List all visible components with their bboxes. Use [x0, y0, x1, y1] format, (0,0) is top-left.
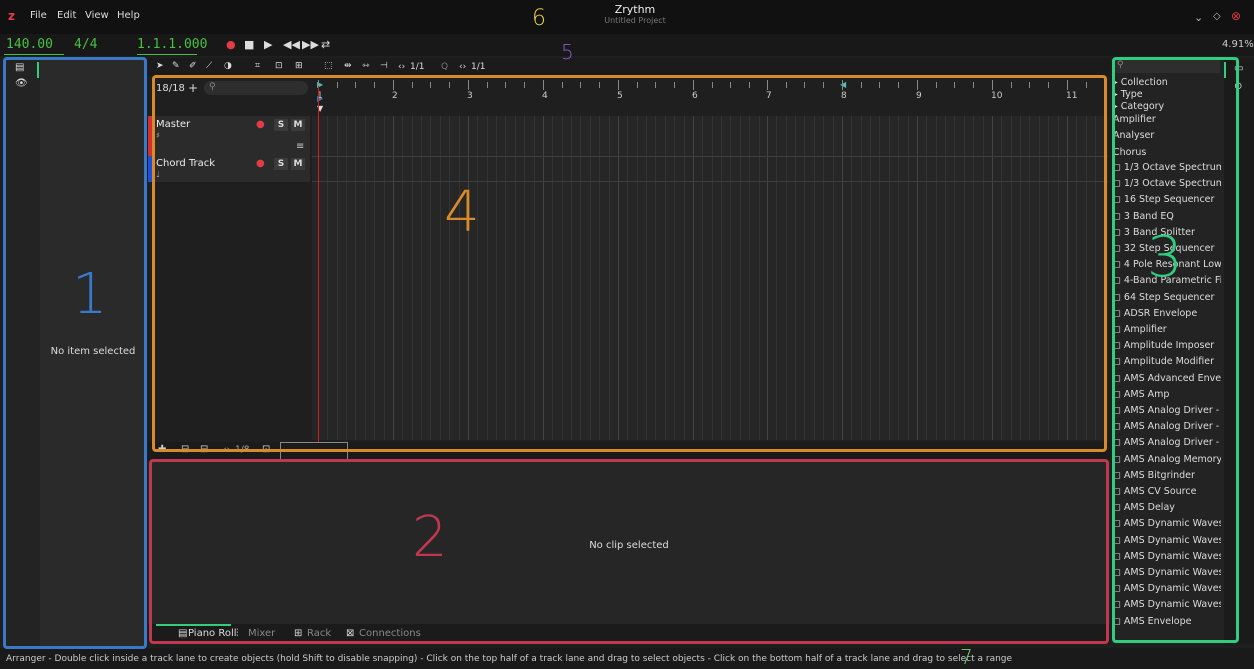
region-box-3: [1112, 57, 1239, 643]
snap-keep-offset-icon[interactable]: ⊡: [275, 61, 283, 71]
transport-bar: 140.00 4/4 1.1.1.000 ● ■ ▶ ◀◀ ▶▶ ⇄ 4.91%: [0, 34, 1254, 56]
region-number-1: 1: [72, 262, 108, 327]
erase-tool-icon[interactable]: ✐: [189, 61, 197, 71]
cpu-meter: 4.91%: [1222, 39, 1254, 50]
quantize-value[interactable]: 1/1: [471, 62, 485, 72]
play-button[interactable]: ▶: [264, 38, 272, 51]
cut-icon[interactable]: ⊣: [380, 61, 388, 71]
stop-button[interactable]: ■: [244, 38, 254, 51]
window-title: Zrythm Untitled Project: [560, 3, 710, 25]
menu-help[interactable]: Help: [117, 10, 140, 21]
close-icon[interactable]: ⊗: [1231, 9, 1241, 23]
grid-snap-value[interactable]: 1/1: [410, 62, 424, 72]
region-number-7: 7: [960, 645, 973, 669]
menu-edit[interactable]: Edit: [57, 10, 76, 21]
pencil-tool-icon[interactable]: ✎: [172, 61, 180, 71]
audition-tool-icon[interactable]: ◑: [224, 61, 232, 71]
region-box-2: [149, 459, 1109, 644]
region-number-6: 6: [532, 6, 546, 31]
position-display[interactable]: 1.1.1.000: [137, 37, 207, 52]
grid-snap-icon[interactable]: ‹›: [398, 62, 405, 72]
status-bar: Arranger - Double click inside a track l…: [0, 648, 1254, 669]
forward-button[interactable]: ▶▶: [302, 38, 319, 51]
bpm-display[interactable]: 140.00: [6, 37, 53, 52]
title-bar: z File Edit View Help Zrythm Untitled Pr…: [0, 0, 1254, 34]
project-name: Untitled Project: [604, 16, 666, 25]
record-button[interactable]: ●: [226, 38, 236, 51]
rewind-button[interactable]: ◀◀: [283, 38, 300, 51]
position-underline: [137, 54, 197, 55]
time-signature-display[interactable]: 4/4: [74, 37, 97, 52]
quantize-icon[interactable]: Q: [441, 62, 448, 72]
z-logo-icon: z: [8, 9, 15, 23]
select-tool-icon[interactable]: ➤: [156, 61, 164, 71]
region-number-5: 5: [561, 40, 574, 64]
bpm-underline: [4, 54, 64, 55]
menu-file[interactable]: File: [30, 10, 47, 21]
region-box-4: [152, 75, 1107, 452]
region-number-3: 3: [1147, 225, 1183, 290]
ramp-tool-icon[interactable]: ⟋: [206, 61, 212, 71]
snap-to-grid-icon[interactable]: ⌗: [255, 61, 260, 71]
stretch-icon[interactable]: ⇹: [344, 61, 352, 71]
region-box-1: [3, 57, 147, 649]
arranger-toolbar: ➤ ✎ ✐ ⟋ ◑ ⌗ ⊡ ⊞ ⬚ ⇹ ⇿ ⊣ ‹› 1/1 Q ‹› 1/1: [148, 58, 1110, 76]
app-title: Zrythm: [614, 3, 656, 16]
menu-view[interactable]: View: [85, 10, 109, 21]
quantize-snap-icon[interactable]: ‹›: [459, 62, 466, 72]
loop-button[interactable]: ⇄: [321, 38, 330, 51]
snap-events-icon[interactable]: ⊞: [295, 61, 303, 71]
status-text: Arranger - Double click inside a track l…: [6, 654, 1013, 664]
snap-adaptive-icon[interactable]: ⬚: [324, 61, 333, 71]
chevron-down-icon[interactable]: ⌄: [1194, 11, 1203, 24]
region-number-2: 2: [412, 505, 448, 570]
region-number-4: 4: [444, 180, 480, 245]
split-icon[interactable]: ⇿: [362, 61, 370, 71]
maximize-icon[interactable]: ◇: [1213, 11, 1221, 22]
